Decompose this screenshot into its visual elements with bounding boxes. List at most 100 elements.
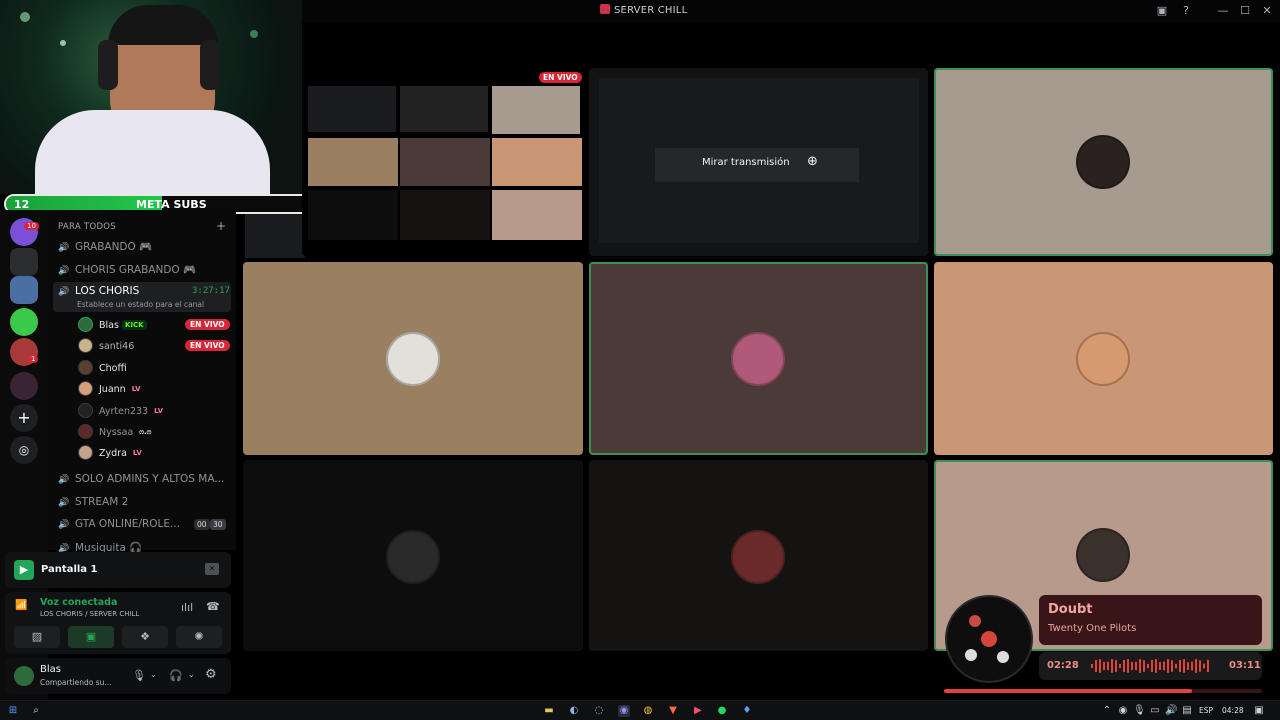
spotify-icon[interactable]: ●: [716, 705, 728, 717]
stream-mini-tile: [492, 190, 582, 240]
brave-icon[interactable]: ▼: [667, 705, 679, 717]
speaker-icon: 🔊: [58, 243, 70, 253]
signal-icon[interactable]: 📶: [15, 600, 27, 611]
participant-tile[interactable]: [589, 262, 928, 455]
headphones-icon[interactable]: 🎧: [169, 669, 183, 682]
album-dot: [965, 649, 977, 661]
category-header[interactable]: PARA TODOS: [58, 222, 116, 232]
speaker-icon: 🔊: [58, 287, 70, 297]
camera-toggle-button[interactable]: ▨: [14, 626, 60, 648]
app-icon[interactable]: ◌: [593, 705, 605, 717]
screen-share-icon[interactable]: ▣: [1155, 4, 1169, 18]
voice-member[interactable]: Juann LV: [78, 381, 144, 399]
volume-icon[interactable]: 🔊: [1165, 705, 1177, 717]
add-server-icon[interactable]: +: [10, 404, 38, 432]
speaker-icon: 🔊: [58, 520, 70, 530]
watch-stream-label[interactable]: Mirar transmisión: [702, 157, 790, 168]
divider: [48, 210, 236, 213]
gear-icon[interactable]: ⚙: [205, 667, 217, 682]
chrome-icon[interactable]: ◍: [642, 705, 654, 717]
voice-member[interactable]: Zydra LV: [78, 445, 145, 463]
participant-tile[interactable]: [243, 262, 583, 455]
participant-tile[interactable]: [934, 68, 1273, 256]
media-icon[interactable]: ▶: [692, 705, 704, 717]
maximize-button[interactable]: ☐: [1238, 4, 1252, 18]
chevron-down-icon[interactable]: ⌄: [150, 670, 157, 679]
chevron-up-icon[interactable]: ⌃: [1101, 705, 1113, 717]
screen-icon: ▶: [14, 560, 34, 580]
voice-member[interactable]: santi46: [78, 338, 134, 356]
waveform-bar: [1171, 660, 1173, 672]
waveform-bar: [1107, 661, 1109, 671]
avatar[interactable]: [14, 666, 34, 686]
voice-member[interactable]: Choffi: [78, 360, 127, 378]
microphone-icon[interactable]: 🎙: [1133, 705, 1146, 717]
voice-channel[interactable]: 🔊 GTA ONLINE/ROLE...: [58, 518, 180, 530]
minimize-button[interactable]: —: [1216, 4, 1230, 18]
help-icon[interactable]: ?: [1179, 4, 1193, 18]
voice-status: Voz conectada: [40, 597, 118, 608]
speaker-icon: 🔊: [58, 266, 70, 276]
file-explorer-icon[interactable]: ▬: [543, 705, 555, 717]
song-artist: Twenty One Pilots: [1048, 623, 1137, 634]
stream-tile[interactable]: Mirar transmisión ⊕: [589, 68, 928, 256]
stream-mini-tile: [400, 86, 488, 132]
activities-button[interactable]: ❖: [122, 626, 168, 648]
server-icon[interactable]: [10, 308, 38, 336]
waveform-bar: [1179, 659, 1181, 673]
participant-avatar: [386, 530, 440, 584]
music-progress-track[interactable]: [944, 689, 1262, 693]
windows-start-icon[interactable]: ⊞: [7, 705, 19, 717]
stream-mini-tile: [308, 138, 398, 186]
waveform-bar: [1103, 661, 1105, 671]
server-icon[interactable]: [10, 372, 38, 400]
participant-avatar: [731, 530, 785, 584]
explore-icon[interactable]: ◎: [10, 436, 38, 464]
record-icon[interactable]: ◉: [1117, 705, 1129, 717]
clock[interactable]: 04:28: [1222, 706, 1244, 715]
voice-channel[interactable]: 🔊 GRABANDO 🎮: [58, 240, 152, 253]
voice-member[interactable]: Nyssaa ෆ.ෆ: [78, 424, 154, 442]
participant-avatar: [1076, 135, 1130, 189]
share-screen-button[interactable]: ▣: [68, 626, 114, 648]
server-icon[interactable]: [10, 276, 38, 304]
network-icon[interactable]: ▭: [1149, 705, 1161, 717]
steam-icon[interactable]: ◐: [568, 705, 580, 717]
server-icon[interactable]: [10, 248, 38, 276]
tray-icon[interactable]: ▤: [1181, 705, 1193, 717]
voice-channel[interactable]: 🔊 CHORIS GRABANDO 🎮: [58, 263, 196, 276]
app-icon[interactable]: ♦: [741, 705, 753, 717]
participant-tile[interactable]: [589, 460, 928, 651]
chevron-down-icon[interactable]: ⌄: [188, 670, 195, 679]
discord-icon[interactable]: ◉: [618, 705, 630, 717]
search-icon[interactable]: ⌕: [30, 705, 42, 717]
participant-avatar: [1076, 332, 1130, 386]
voice-member[interactable]: Ayrten233 LV: [78, 403, 166, 421]
notifications-icon[interactable]: ▣: [1253, 705, 1265, 717]
waveform-bar: [1207, 659, 1209, 673]
voice-channel[interactable]: 🔊 STREAM 2: [58, 496, 128, 508]
participant-avatar: [731, 332, 785, 386]
add-channel-icon[interactable]: +: [216, 219, 226, 233]
waveform-bar: [1159, 662, 1161, 670]
noise-suppression-icon[interactable]: ılıl: [181, 601, 193, 614]
voice-location[interactable]: LOS CHORIS / SERVER CHILL: [40, 610, 139, 618]
stop-share-icon[interactable]: ✕: [205, 563, 219, 575]
active-channel-name: 🔊 LOS CHORIS: [58, 285, 140, 297]
voice-member[interactable]: Blas KICK: [78, 317, 147, 335]
watch-stream-icon[interactable]: ⊕: [807, 154, 818, 169]
participant-tile[interactable]: [243, 460, 583, 651]
disconnect-icon[interactable]: ☎: [206, 600, 220, 613]
webcam-overlay: [0, 0, 302, 194]
participant-tile[interactable]: [934, 262, 1273, 455]
waveform-bar: [1175, 663, 1177, 669]
stream-tile[interactable]: EN VIVO: [302, 68, 583, 256]
duration-time: 03:11: [1229, 660, 1261, 671]
channel-status[interactable]: Establece un estado para el canal: [77, 300, 204, 309]
language-indicator[interactable]: ESP: [1199, 706, 1213, 715]
microphone-icon[interactable]: 🎙: [132, 669, 146, 682]
avatar: [78, 403, 93, 418]
close-button[interactable]: ✕: [1260, 4, 1274, 18]
soundboard-button[interactable]: ✺: [176, 626, 222, 648]
voice-channel[interactable]: 🔊 SOLO ADMINS Y ALTOS MA...: [58, 473, 224, 485]
